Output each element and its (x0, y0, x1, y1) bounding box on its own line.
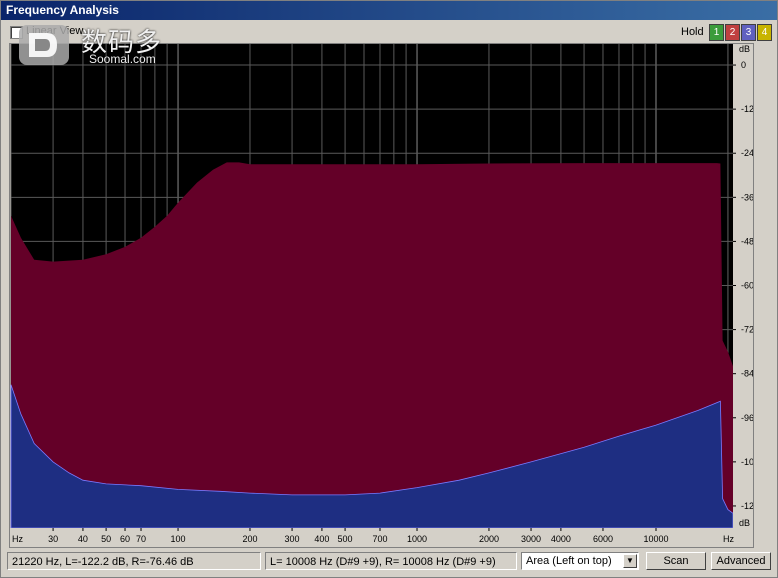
x-tick-label: 40 (78, 534, 88, 544)
x-tick-label: 100 (171, 534, 186, 544)
x-tick-label: 6000 (593, 534, 613, 544)
x-unit-label-right: Hz (723, 534, 734, 544)
y-tick-label: -24 (741, 148, 754, 158)
cursor-readout: 21220 Hz, L=-122.2 dB, R=-76.46 dB (7, 552, 261, 570)
y-tick-label: -60 (741, 281, 754, 291)
spectrum-chart[interactable]: 30 40 50 60 70 100 200 300 400 500 700 1000 2000 3000… (9, 43, 759, 548)
x-tick-label: 70 (136, 534, 146, 544)
x-tick-label: 50 (101, 534, 111, 544)
status-bar: 21220 Hz, L=-122.2 dB, R=-76.46 dB L= 10… (1, 550, 777, 578)
y-tick-label: -84 (741, 369, 754, 379)
peak-readout: L= 10008 Hz (D#9 +9), R= 10008 Hz (D#9 +… (265, 552, 517, 570)
spectrum-plot-area[interactable]: 30 40 50 60 70 100 200 300 400 500 700 1000 2000 3000… (9, 43, 759, 548)
x-tick-label: 200 (242, 534, 257, 544)
y-tick-label: -36 (741, 192, 754, 202)
y-axis-band (733, 43, 754, 548)
y-tick-label: -96 (741, 413, 754, 423)
y-tick-label: -120 (741, 501, 754, 511)
scan-button[interactable]: Scan (646, 552, 706, 570)
hold-button-4[interactable]: 4 (757, 24, 772, 41)
x-tick-label: 2000 (479, 534, 499, 544)
view-mode-value: Area (Left on top) (526, 555, 612, 567)
chevron-down-icon[interactable]: ▼ (623, 554, 637, 568)
y-tick-label: -72 (741, 325, 754, 335)
x-tick-label: 300 (285, 534, 300, 544)
x-tick-label: 700 (372, 534, 387, 544)
watermark-subtext: Soomal.com (89, 52, 156, 66)
y-tick-label: -12 (741, 104, 754, 114)
y-unit-label-top: dB (739, 44, 750, 54)
y-tick-label: -108 (741, 457, 754, 467)
x-tick-label: 30 (48, 534, 58, 544)
y-tick-label: 0 (741, 60, 746, 70)
y-tick-label: -48 (741, 236, 754, 246)
x-tick-label: 400 (314, 534, 329, 544)
view-mode-select[interactable]: Area (Left on top) ▼ (521, 552, 639, 570)
x-tick-label: 3000 (521, 534, 541, 544)
x-tick-label: 10000 (643, 534, 668, 544)
soomal-logo-icon (19, 25, 69, 65)
advanced-button[interactable]: Advanced (711, 552, 771, 570)
y-unit-label-bottom: dB (739, 518, 750, 528)
window-title[interactable]: Frequency Analysis (1, 1, 777, 20)
hold-label: Hold (681, 26, 704, 38)
hold-button-2[interactable]: 2 (725, 24, 740, 41)
x-tick-label: 500 (338, 534, 353, 544)
hold-button-3[interactable]: 3 (741, 24, 756, 41)
x-tick-label: 4000 (551, 534, 571, 544)
x-unit-label-left: Hz (12, 534, 23, 544)
x-tick-label: 1000 (407, 534, 427, 544)
hold-button-1[interactable]: 1 (709, 24, 724, 41)
frequency-analysis-window: Frequency Analysis Linear View Hold 1 2 … (0, 0, 778, 578)
x-tick-label: 60 (120, 534, 130, 544)
